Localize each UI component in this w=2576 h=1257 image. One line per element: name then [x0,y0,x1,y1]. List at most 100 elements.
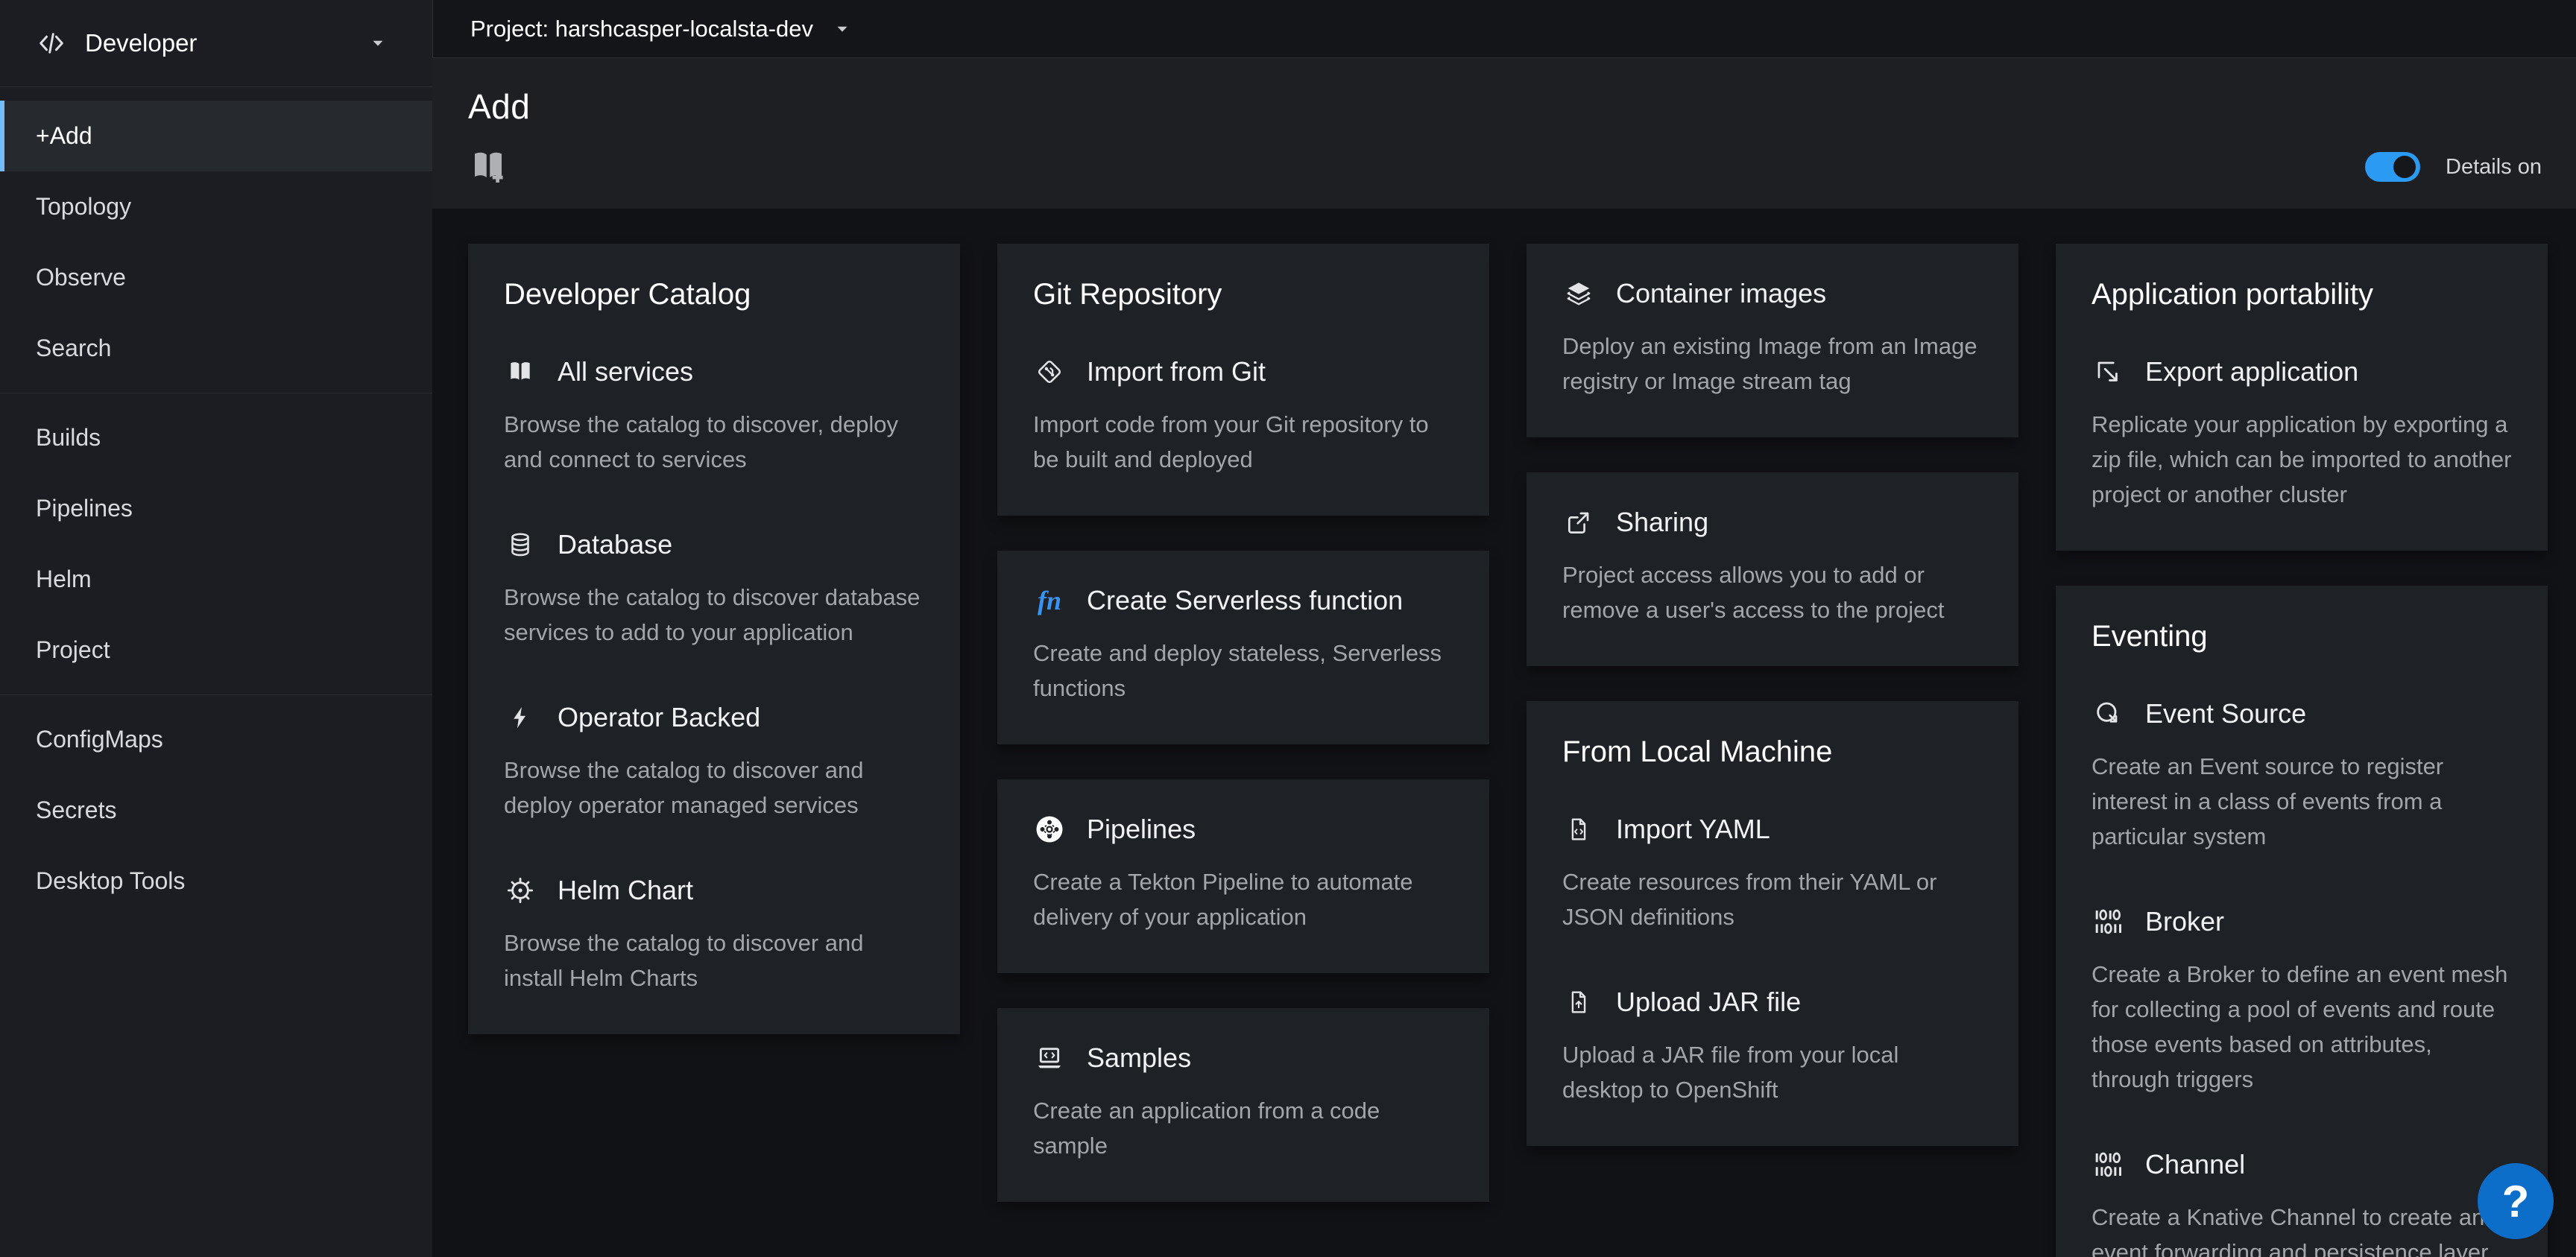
card-from-local-machine: From Local Machine Import YAMLCreate reso… [1527,701,2018,1146]
git-icon [1033,358,1066,386]
item-label: Event Source [2145,698,2306,729]
card-title: Application portability [2092,278,2512,311]
card: Pipelines Create a Tekton Pipeline to aut… [997,779,1489,973]
card-item-container-images[interactable]: Container images Deploy an existing Image… [1562,278,1983,399]
help-button[interactable]: ? [2478,1163,2554,1239]
layers-icon [1562,279,1595,308]
card-item-create-serverless-function[interactable]: fnCreate Serverless function Create and d… [1033,585,1453,706]
yaml-file-icon [1562,815,1595,843]
item-header[interactable]: fnCreate Serverless function [1033,585,1453,616]
share-icon [1562,508,1595,536]
item-header[interactable]: Broker [2092,906,2512,937]
card-item-import-from-git[interactable]: Import from GitImport code from your Git… [1033,356,1453,477]
item-description: Create a Tekton Pipeline to automate del… [1033,864,1453,934]
helm-icon [504,876,537,905]
item-header[interactable]: Helm Chart [504,875,924,906]
item-header[interactable]: Upload JAR file [1562,987,1983,1018]
card-item-upload-jar-file[interactable]: Upload JAR fileUpload a JAR file from yo… [1562,987,1983,1107]
code-icon [36,28,67,59]
item-header[interactable]: Pipelines [1033,814,1453,845]
item-header[interactable]: Import YAML [1562,814,1983,845]
sidebar: Developer +AddTopologyObserveSearch Build… [0,0,432,1257]
card-item-broker[interactable]: Broker Create a Broker to define an event… [2092,906,2512,1097]
item-description: Deploy an existing Image from an Image r… [1562,329,1983,399]
card-item-operator-backed[interactable]: Operator Backed Browse the catalog to dis… [504,702,924,823]
masthead: Project: harshcasper-localsta-dev [432,0,2576,58]
item-header[interactable]: All services [504,356,924,387]
card: Sharing Project access allows you to add … [1527,472,2018,666]
sidebar-item-pipelines[interactable]: Pipelines [0,473,432,544]
perspective-switcher[interactable]: Developer [0,0,432,87]
item-header[interactable]: Sharing [1562,507,1983,538]
card-column-2: Git Repository Import from GitImport code… [997,244,1489,1202]
binary-icon [2092,1150,2124,1180]
item-description: Create a Broker to define an event mesh … [2092,957,2512,1097]
sidebar-item-search[interactable]: Search [0,313,432,384]
card-item-import-yaml[interactable]: Import YAMLCreate resources from their Y… [1562,814,1983,934]
item-description: Create and deploy stateless, Serverless … [1033,636,1453,706]
export-icon [2092,358,2124,386]
item-header[interactable]: Event Source [2092,698,2512,729]
nav-group-divider [0,694,432,695]
item-label: Broker [2145,906,2224,937]
item-description: Create a Knative Channel to create an ev… [2092,1200,2512,1257]
project-selector[interactable]: Project: harshcasper-localsta-dev [470,16,850,42]
item-description: Browse the catalog to discover, deploy a… [504,407,924,477]
card-item-channel[interactable]: Channel Create a Knative Channel to creat… [2092,1149,2512,1257]
chevron-down-icon [834,21,850,37]
card-item-pipelines[interactable]: Pipelines Create a Tekton Pipeline to aut… [1033,814,1453,934]
card-item-samples[interactable]: SamplesCreate an application from a code… [1033,1042,1453,1163]
perspective-label: Developer [85,29,197,57]
item-description: Browse the catalog to discover and deplo… [504,753,924,823]
card-item-export-application[interactable]: Export application Replicate your applica… [2092,356,2512,512]
fn-icon: fn [1033,587,1066,614]
details-toggle[interactable] [2365,152,2420,182]
card-column-4: Application portability Export applicatio… [2056,244,2548,1257]
upload-file-icon [1562,988,1595,1016]
item-description: Browse the catalog to discover database … [504,580,924,650]
details-toggle-knob [2393,156,2416,178]
card: fnCreate Serverless function Create and d… [997,551,1489,744]
item-label: Channel [2145,1149,2245,1180]
card-title: From Local Machine [1562,735,1983,769]
page-header: Add Details on [432,58,2576,209]
sidebar-item-configmaps[interactable]: ConfigMaps [0,704,432,775]
card-column-1: Developer CatalogAll servicesBrowse the … [468,244,960,1034]
card-item-database[interactable]: Database Browse the catalog to discover d… [504,529,924,650]
item-header[interactable]: Samples [1033,1042,1453,1074]
card-item-all-services[interactable]: All services Browse the catalog to discov… [504,356,924,477]
item-label: Import from Git [1087,356,1266,387]
sidebar-item-add[interactable]: +Add [0,101,432,171]
item-description: Project access allows you to add or remo… [1562,557,1983,627]
binary-icon [2092,907,2124,937]
item-header[interactable]: Export application [2092,356,2512,387]
sidebar-item-secrets[interactable]: Secrets [0,775,432,846]
card-item-sharing[interactable]: Sharing Project access allows you to add … [1562,507,1983,627]
sidebar-item-helm[interactable]: Helm [0,544,432,615]
sidebar-item-project[interactable]: Project [0,615,432,686]
card: SamplesCreate an application from a code… [997,1008,1489,1202]
sidebar-item-topology[interactable]: Topology [0,171,432,242]
project-selector-label: Project: harshcasper-localsta-dev [470,16,813,42]
item-label: Export application [2145,356,2358,387]
item-label: Import YAML [1616,814,1770,845]
card-title: Git Repository [1033,278,1453,311]
item-header[interactable]: Import from Git [1033,356,1453,387]
item-header[interactable]: Database [504,529,924,560]
sidebar-item-observe[interactable]: Observe [0,242,432,313]
book-plus-icon[interactable] [468,146,508,186]
item-label: All services [558,356,693,387]
item-description: Browse the catalog to discover and insta… [504,925,924,995]
card-item-helm-chart[interactable]: Helm Chart Browse the catalog to discover… [504,875,924,995]
card-developer-catalog: Developer CatalogAll servicesBrowse the … [468,244,960,1034]
item-header[interactable]: Channel [2092,1149,2512,1180]
sidebar-item-builds[interactable]: Builds [0,402,432,473]
sidebar-item-desktop-tools[interactable]: Desktop Tools [0,846,432,916]
item-header[interactable]: Container images [1562,278,1983,309]
item-description: Replicate your application by exporting … [2092,407,2512,512]
sidebar-nav: +AddTopologyObserveSearch BuildsPipelines… [0,87,432,916]
item-header[interactable]: Operator Backed [504,702,924,733]
card: Container images Deploy an existing Image… [1527,244,2018,437]
event-source-icon [2092,699,2124,729]
card-item-event-source[interactable]: Event SourceCreate an Event source to re… [2092,698,2512,854]
